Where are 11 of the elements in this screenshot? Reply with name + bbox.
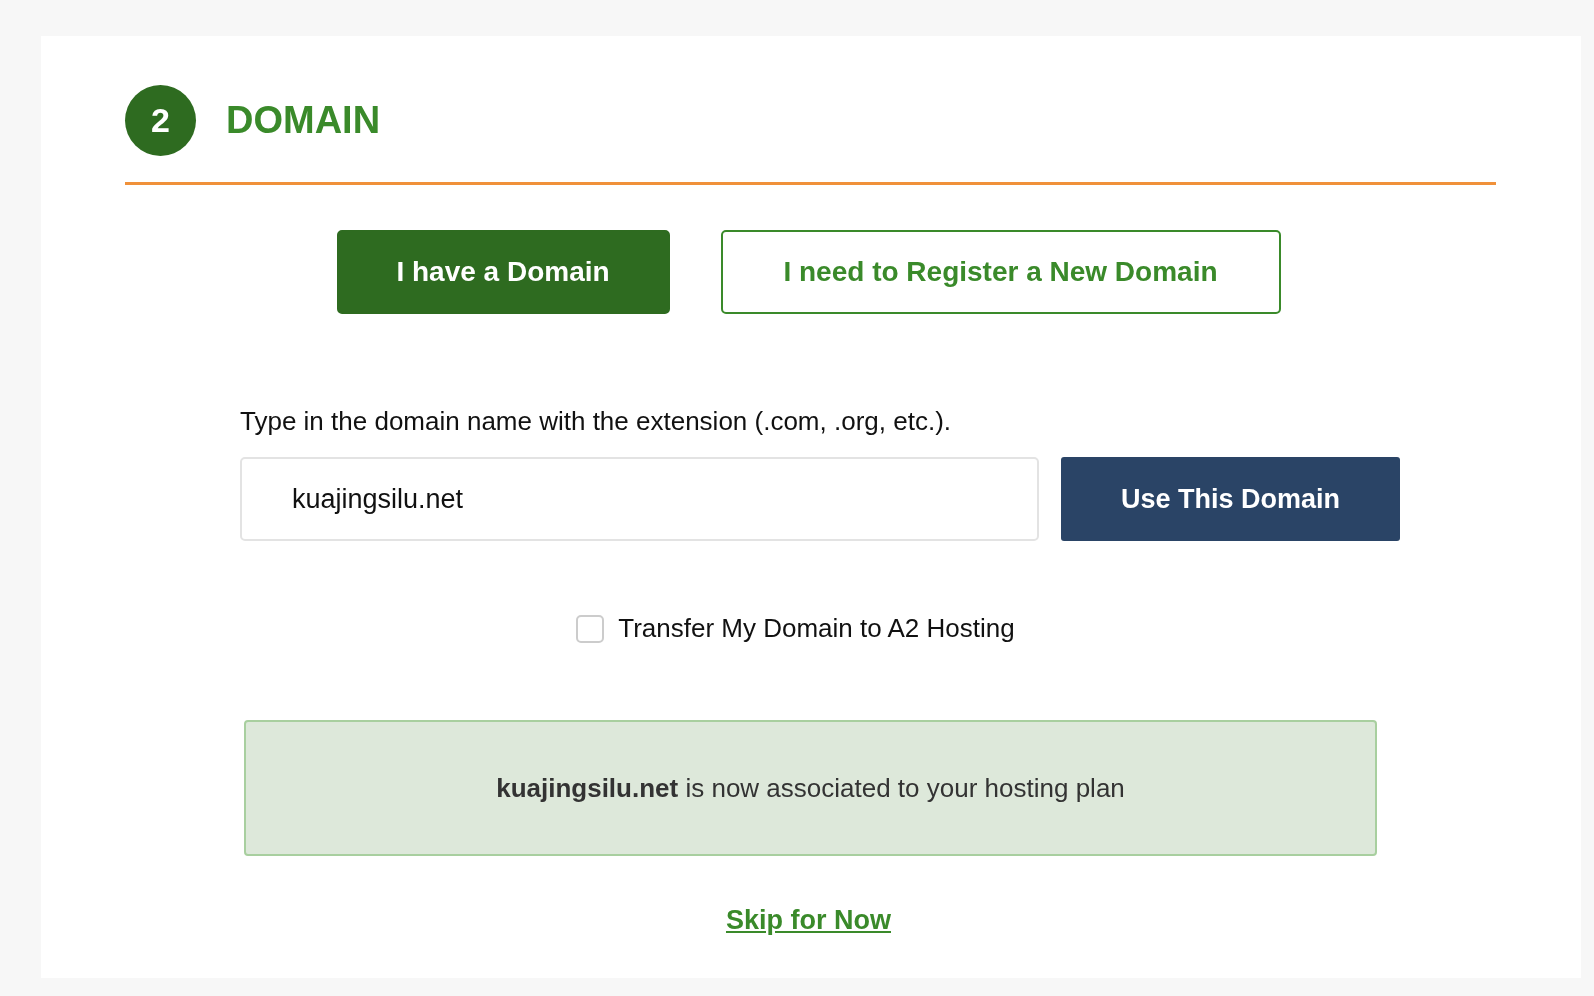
success-alert: kuajingsilu.net is now associated to your hosting plan (244, 720, 1377, 856)
skip-link[interactable]: Skip for Now (726, 900, 891, 941)
domain-option-button[interactable]: I have a Domain (336, 230, 670, 314)
transfer-label: Transfer My Domain to A2 Hosting (618, 612, 1015, 645)
transfer-checkbox[interactable] (576, 614, 605, 643)
instruction-text: Type in the domain name with the extension (.com, .org, etc.). (240, 405, 952, 438)
domain-option-button[interactable]: I need to Register a New Domain (720, 230, 1281, 314)
section-title: DOMAIN (226, 98, 381, 143)
domain-input-field[interactable]: kuajingsilu.net (240, 457, 1039, 541)
use-domain-button[interactable]: Use This Domain (1061, 457, 1400, 541)
step-number: 2 (125, 85, 196, 156)
